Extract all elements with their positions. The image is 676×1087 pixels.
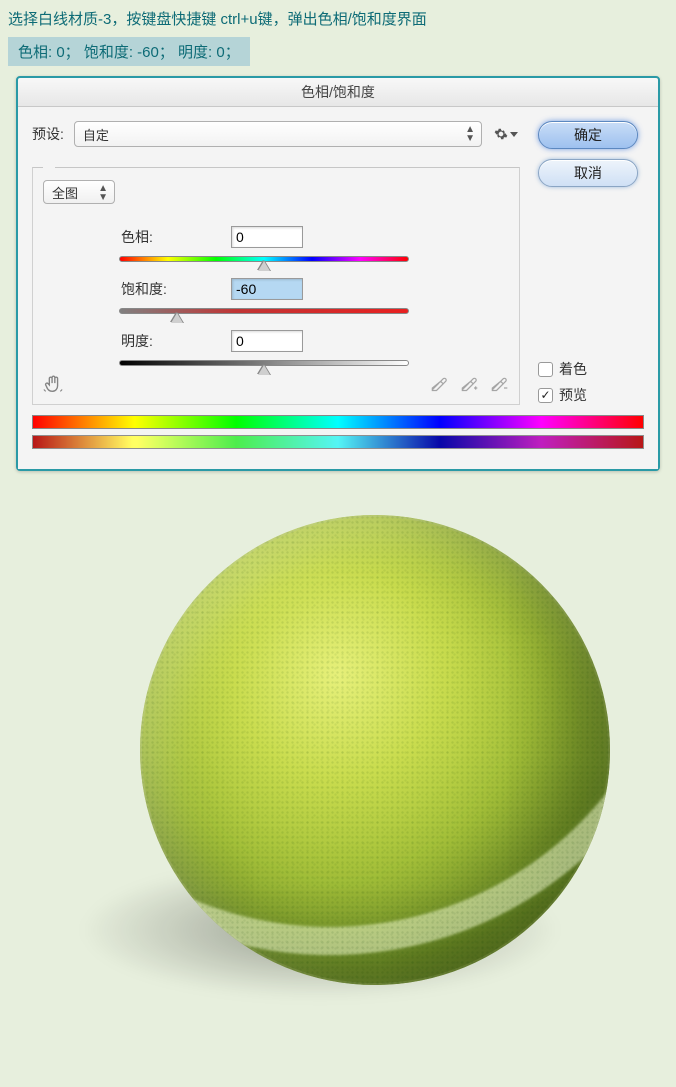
dialog-title: 色相/饱和度: [18, 78, 658, 107]
lightness-slider[interactable]: [119, 358, 409, 368]
cancel-button[interactable]: 取消: [538, 159, 638, 187]
result-preview-image: [0, 495, 676, 1025]
eyedropper-tool[interactable]: [429, 373, 449, 396]
preview-label: 预览: [559, 385, 587, 405]
targeted-adjustment-tool[interactable]: [39, 372, 67, 396]
eyedropper-minus-icon: [489, 373, 509, 393]
channel-value: 全图: [52, 183, 78, 202]
hand-icon: [42, 373, 64, 395]
lightness-label: 明度:: [121, 331, 231, 351]
channel-select[interactable]: 全图 ▲▼: [43, 180, 115, 204]
eyedropper-icon: [429, 373, 449, 393]
hue-input[interactable]: [231, 226, 303, 248]
saturation-input[interactable]: [231, 278, 303, 300]
saturation-slider[interactable]: [119, 306, 409, 316]
colorize-label: 着色: [559, 359, 587, 379]
tennis-ball: [140, 515, 610, 985]
hue-label: 色相:: [121, 227, 231, 247]
chevron-down-icon: [510, 132, 518, 137]
lightness-input[interactable]: [231, 330, 303, 352]
ok-button[interactable]: 确定: [538, 121, 638, 149]
preset-label: 预设:: [32, 124, 64, 144]
preset-value: 自定: [83, 125, 109, 144]
preset-options-button[interactable]: [492, 126, 520, 142]
colorize-checkbox[interactable]: [538, 362, 553, 377]
input-color-strip: [32, 415, 644, 429]
saturation-track: [119, 308, 409, 314]
saturation-thumb[interactable]: [171, 313, 183, 323]
preview-checkbox[interactable]: ✓: [538, 388, 553, 403]
instruction-line-1: 选择白线材质-3，按键盘快捷键 ctrl+u键，弹出色相/饱和度界面: [0, 4, 676, 33]
output-color-strip: [32, 435, 644, 449]
eyedropper-plus-icon: [459, 373, 479, 393]
eyedropper-add-tool[interactable]: [459, 373, 479, 396]
preset-select[interactable]: 自定 ▲▼: [74, 121, 482, 147]
adjustment-group: 全图 ▲▼ 色相:: [32, 167, 520, 405]
gear-icon: [494, 127, 508, 141]
updown-arrows-icon: ▲▼: [98, 184, 108, 202]
hue-saturation-dialog: 色相/饱和度 预设: 自定 ▲▼ 全图: [16, 76, 660, 471]
hue-slider[interactable]: [119, 254, 409, 264]
lightness-thumb[interactable]: [258, 365, 270, 375]
eyedropper-subtract-tool[interactable]: [489, 373, 509, 396]
updown-arrows-icon: ▲▼: [465, 125, 475, 143]
instruction-line-2: 色相: 0； 饱和度: -60； 明度: 0；: [8, 37, 250, 66]
tennis-ball-seam: [140, 515, 610, 985]
hue-thumb[interactable]: [258, 261, 270, 271]
saturation-label: 饱和度:: [121, 279, 231, 299]
